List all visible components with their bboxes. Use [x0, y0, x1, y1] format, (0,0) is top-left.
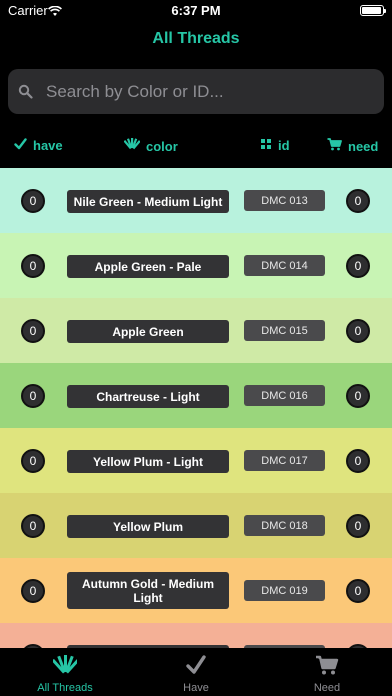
- thread-name[interactable]: Apple Green: [67, 320, 229, 343]
- have-count[interactable]: 0: [21, 189, 45, 213]
- search-bar[interactable]: [8, 69, 384, 114]
- tab-need-label: Need: [313, 682, 341, 694]
- need-count[interactable]: 0: [346, 579, 370, 603]
- tab-need[interactable]: Need: [262, 648, 392, 696]
- thread-row[interactable]: 0 0: [0, 623, 392, 648]
- need-count[interactable]: 0: [346, 449, 370, 473]
- sort-have-button[interactable]: have: [14, 138, 63, 153]
- thread-row[interactable]: 0 Apple Green - Pale DMC 014 0: [0, 233, 392, 298]
- tab-bar: All Threads Have Need: [0, 648, 392, 696]
- thread-name[interactable]: Nile Green - Medium Light: [67, 190, 229, 213]
- sort-id-button[interactable]: id: [261, 138, 290, 153]
- tab-have-label: Have: [183, 682, 209, 694]
- thread-id[interactable]: DMC 016: [244, 385, 325, 406]
- cart-icon: [327, 138, 342, 154]
- need-count[interactable]: 0: [346, 254, 370, 278]
- need-count[interactable]: 0: [346, 514, 370, 538]
- thread-row[interactable]: 0 Nile Green - Medium Light DMC 013 0: [0, 168, 392, 233]
- thread-row[interactable]: 0 Autumn Gold - Medium Light DMC 019 0: [0, 558, 392, 623]
- sort-need-label: need: [348, 138, 379, 154]
- tab-all-threads[interactable]: All Threads: [0, 648, 130, 696]
- thread-name[interactable]: Apple Green - Pale: [67, 255, 229, 278]
- thread-row[interactable]: 0 Chartreuse - Light DMC 016 0: [0, 363, 392, 428]
- thread-id[interactable]: DMC 017: [244, 450, 325, 471]
- thread-id[interactable]: DMC 014: [244, 255, 325, 276]
- tab-all-threads-label: All Threads: [37, 682, 93, 694]
- have-count[interactable]: 0: [21, 319, 45, 343]
- thread-fan-icon: [0, 654, 130, 678]
- search-icon: [18, 84, 33, 104]
- thread-row[interactable]: 0 Yellow Plum - Light DMC 017 0: [0, 428, 392, 493]
- sort-id-label: id: [278, 138, 290, 153]
- sort-need-button[interactable]: need: [327, 138, 378, 154]
- grid-icon: [261, 138, 272, 153]
- have-count[interactable]: 0: [21, 254, 45, 278]
- thread-fan-icon: [123, 138, 141, 154]
- thread-row[interactable]: 0 Yellow Plum DMC 018 0: [0, 493, 392, 558]
- checkmark-icon: [131, 654, 261, 678]
- sort-have-label: have: [33, 138, 63, 153]
- thread-row[interactable]: 0 Apple Green DMC 015 0: [0, 298, 392, 363]
- thread-name[interactable]: Yellow Plum: [67, 515, 229, 538]
- search-input[interactable]: [46, 69, 376, 114]
- thread-id[interactable]: DMC 019: [244, 580, 325, 601]
- thread-name[interactable]: Autumn Gold - Medium Light: [67, 572, 229, 609]
- thread-id[interactable]: DMC 018: [244, 515, 325, 536]
- battery-icon: [360, 5, 386, 16]
- have-count[interactable]: 0: [21, 384, 45, 408]
- have-count[interactable]: 0: [21, 579, 45, 603]
- thread-name[interactable]: Yellow Plum - Light: [67, 450, 229, 473]
- need-count[interactable]: 0: [346, 384, 370, 408]
- sort-color-button[interactable]: color: [123, 138, 178, 154]
- have-count[interactable]: 0: [21, 449, 45, 473]
- thread-list[interactable]: 0 Nile Green - Medium Light DMC 013 0 0 …: [0, 168, 392, 648]
- cart-icon: [262, 654, 392, 678]
- need-count[interactable]: 0: [346, 189, 370, 213]
- checkmark-icon: [14, 138, 27, 153]
- page-title: All Threads: [152, 30, 240, 47]
- clock: 6:37 PM: [171, 3, 221, 18]
- status-bar: Carrier 6:37 PM: [0, 0, 392, 22]
- thread-id[interactable]: DMC 013: [244, 190, 325, 211]
- tab-have[interactable]: Have: [131, 648, 261, 696]
- sort-bar: have color id need: [0, 132, 392, 160]
- need-count[interactable]: 0: [346, 319, 370, 343]
- thread-name[interactable]: Chartreuse - Light: [67, 385, 229, 408]
- have-count[interactable]: 0: [21, 514, 45, 538]
- sort-color-label: color: [146, 138, 178, 154]
- thread-id[interactable]: DMC 015: [244, 320, 325, 341]
